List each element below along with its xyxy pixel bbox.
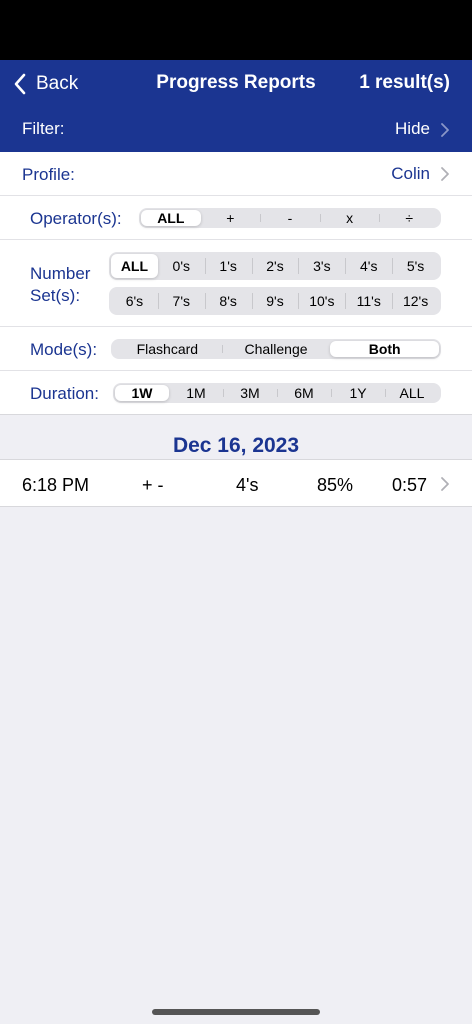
number-set-option-0[interactable]: 0's: [158, 254, 205, 278]
duration-row: Duration: 1W 1M 3M 6M 1Y ALL: [0, 371, 472, 415]
modes-row: Mode(s): Flashcard Challenge Both: [0, 327, 472, 371]
number-sets-label-line2: Set(s):: [30, 286, 81, 305]
duration-option-6m[interactable]: 6M: [277, 385, 331, 401]
operator-option-minus[interactable]: -: [260, 210, 320, 226]
chevron-right-icon: [441, 123, 449, 137]
result-time: 6:18 PM: [22, 475, 90, 495]
number-set-option-7[interactable]: 7's: [157, 289, 205, 313]
back-button[interactable]: Back: [12, 70, 78, 98]
number-set-option-12[interactable]: 12's: [392, 289, 439, 313]
profile-row[interactable]: Profile: Colin: [0, 152, 472, 196]
result-operators: + -: [142, 475, 164, 495]
duration-option-1w[interactable]: 1W: [115, 385, 169, 401]
number-set-option-9[interactable]: 9's: [251, 289, 299, 313]
number-set-option-10[interactable]: 10's: [298, 289, 345, 313]
result-score: 85%: [317, 475, 354, 495]
number-sets-segmented-control-row1: ALL 0's 1's 2's 3's 4's 5's: [109, 252, 441, 280]
operator-option-all[interactable]: ALL: [141, 210, 201, 226]
result-duration: 0:57: [392, 475, 428, 495]
duration-option-1m[interactable]: 1M: [169, 385, 223, 401]
operator-option-multiply[interactable]: x: [319, 210, 380, 226]
filter-toggle-row[interactable]: Filter: Hide: [0, 108, 472, 152]
number-sets-row: Number Set(s): ALL 0's 1's 2's 3's 4's 5…: [0, 240, 472, 327]
operators-row: Operator(s): ALL + - x ÷: [0, 196, 472, 240]
profile-label: Profile:: [22, 165, 75, 184]
number-set-option-6[interactable]: 6's: [111, 289, 158, 313]
number-set-option-2[interactable]: 2's: [251, 254, 299, 278]
number-set-option-all[interactable]: ALL: [111, 254, 158, 278]
number-set-option-3[interactable]: 3's: [298, 254, 345, 278]
filter-label: Filter:: [22, 119, 65, 138]
duration-label: Duration:: [30, 384, 99, 403]
number-sets-segmented-control-row2: 6's 7's 8's 9's 10's 11's 12's: [109, 287, 441, 315]
navbar: Back Progress Reports 1 result(s) Filter…: [0, 60, 472, 152]
status-bar: [0, 0, 472, 60]
modes-label: Mode(s):: [30, 340, 98, 359]
chevron-left-icon: [14, 73, 26, 95]
duration-segmented-control: 1W 1M 3M 6M 1Y ALL: [113, 383, 441, 403]
hide-filter-button[interactable]: Hide: [395, 119, 430, 139]
number-sets-label-line1: Number: [30, 264, 91, 283]
number-set-option-8[interactable]: 8's: [204, 289, 252, 313]
operator-option-divide[interactable]: ÷: [379, 210, 439, 226]
duration-option-all[interactable]: ALL: [385, 385, 439, 401]
result-count: 1 result(s): [359, 72, 450, 93]
results-date-header: Dec 16, 2023: [172, 434, 300, 457]
number-set-option-1[interactable]: 1's: [204, 254, 252, 278]
mode-option-both[interactable]: Both: [330, 341, 440, 357]
modes-segmented-control: Flashcard Challenge Both: [111, 339, 441, 359]
chevron-right-icon: [441, 167, 449, 181]
mode-option-challenge[interactable]: Challenge: [221, 341, 331, 357]
number-set-option-4[interactable]: 4's: [345, 254, 392, 278]
operator-option-plus[interactable]: +: [201, 210, 261, 226]
number-set-option-11[interactable]: 11's: [345, 289, 392, 313]
back-label: Back: [36, 73, 79, 94]
profile-value[interactable]: Colin: [391, 164, 430, 184]
duration-option-1y[interactable]: 1Y: [331, 385, 385, 401]
home-indicator: [152, 1009, 320, 1015]
number-set-option-5[interactable]: 5's: [392, 254, 439, 278]
result-number-set: 4's: [236, 475, 259, 495]
operators-label: Operator(s):: [30, 209, 122, 228]
chevron-right-icon: [441, 477, 449, 491]
duration-option-3m[interactable]: 3M: [223, 385, 277, 401]
result-row[interactable]: 6:18 PM + - 4's 85% 0:57: [0, 459, 472, 507]
filter-panel: Profile: Colin Operator(s): ALL + - x ÷ …: [0, 152, 472, 415]
mode-option-flashcard[interactable]: Flashcard: [113, 341, 222, 357]
nav-row: Back Progress Reports 1 result(s): [0, 60, 472, 108]
operators-segmented-control: ALL + - x ÷: [139, 208, 441, 228]
